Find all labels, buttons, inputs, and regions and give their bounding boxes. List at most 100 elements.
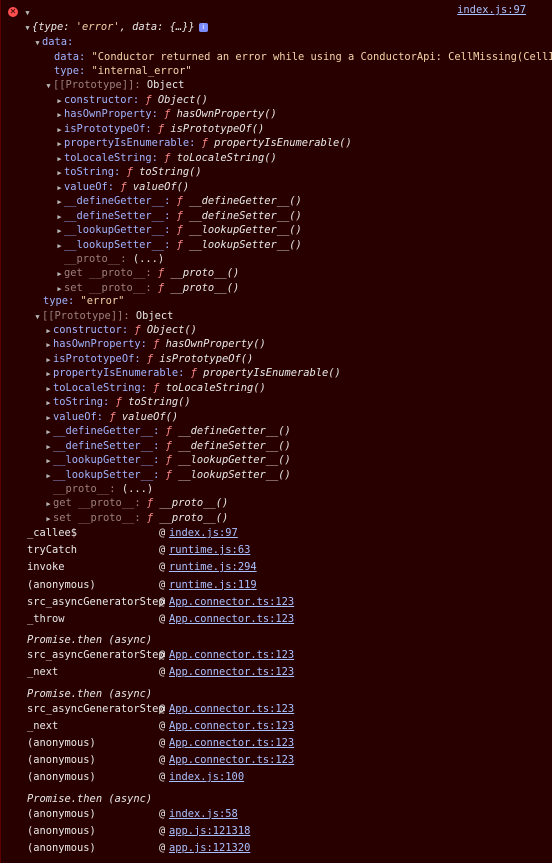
- outer-prototype-node[interactable]: ▼ [[Prototype]]: Object: [33, 309, 552, 323]
- stack-frame[interactable]: (anonymous) @ app.js:121318: [1, 824, 552, 838]
- frame-source-link[interactable]: App.connector.ts:123: [169, 612, 294, 626]
- expand-toggle-icon[interactable]: ▶: [55, 195, 64, 208]
- expand-toggle-icon[interactable]: ▶: [44, 512, 53, 525]
- frame-source-link[interactable]: app.js:121320: [169, 841, 250, 855]
- expand-toggle-icon[interactable]: ▶: [44, 411, 53, 424]
- expand-toggle-icon[interactable]: ▶: [44, 454, 53, 467]
- error-type-property[interactable]: type: "error": [43, 294, 552, 308]
- proto-accessor[interactable]: __proto__: (...): [64, 252, 552, 266]
- frame-source-link[interactable]: App.connector.ts:123: [169, 648, 294, 662]
- prototype-member[interactable]: ▶ __defineSetter__: ƒ __defineSetter__(): [55, 209, 552, 223]
- expand-toggle-icon[interactable]: ▶: [44, 338, 53, 351]
- prototype-member[interactable]: ▶ __lookupGetter__: ƒ __lookupGetter__(): [44, 453, 552, 467]
- proto-value[interactable]: (...): [133, 253, 164, 265]
- stack-frame[interactable]: (anonymous) @ App.connector.ts:123: [1, 736, 552, 750]
- collapse-toggle-icon[interactable]: ▼: [33, 310, 42, 323]
- frame-source-link[interactable]: App.connector.ts:123: [169, 595, 294, 609]
- object-summary[interactable]: ▼ {type: 'error', data: {…}} i: [23, 20, 552, 34]
- collapse-toggle-icon[interactable]: ▼: [44, 79, 53, 92]
- prototype-member[interactable]: ▶ __lookupSetter__: ƒ __lookupSetter__(): [44, 468, 552, 482]
- frame-source-link[interactable]: index.js:100: [169, 770, 244, 784]
- expand-toggle-icon[interactable]: ▶: [44, 469, 53, 482]
- prototype-member[interactable]: ▶ __defineSetter__: ƒ __defineSetter__(): [44, 439, 552, 453]
- source-link[interactable]: index.js:97: [457, 4, 526, 16]
- proto-getter[interactable]: ▶ get __proto__: ƒ __proto__(): [44, 496, 552, 510]
- expand-toggle-icon[interactable]: ▶: [55, 166, 64, 179]
- info-icon[interactable]: i: [198, 22, 208, 32]
- prototype-member[interactable]: ▶ __defineGetter__: ƒ __defineGetter__(): [55, 194, 552, 208]
- stack-frame[interactable]: (anonymous) @ index.js:100: [1, 770, 552, 784]
- expand-toggle-icon[interactable]: ▶: [55, 181, 64, 194]
- prototype-member[interactable]: ▶ hasOwnProperty: ƒ hasOwnProperty(): [55, 107, 552, 121]
- frame-source-link[interactable]: App.connector.ts:123: [169, 665, 294, 679]
- prototype-member[interactable]: ▶ propertyIsEnumerable: ƒ propertyIsEnume…: [55, 136, 552, 150]
- proto-accessor[interactable]: __proto__: (...): [53, 482, 552, 496]
- stack-frame[interactable]: tryCatch @ runtime.js:63: [1, 543, 552, 557]
- expand-toggle-icon[interactable]: ▶: [55, 282, 64, 295]
- expand-toggle-icon[interactable]: ▶: [55, 267, 64, 280]
- proto-getter[interactable]: ▶ get __proto__: ƒ __proto__(): [55, 266, 552, 280]
- expand-toggle-icon[interactable]: ▶: [44, 396, 53, 409]
- prototype-member[interactable]: ▶ __lookupGetter__: ƒ __lookupGetter__(): [55, 223, 552, 237]
- expand-toggle-icon[interactable]: ▶: [44, 353, 53, 366]
- proto-value[interactable]: (...): [122, 483, 153, 495]
- frame-source-link[interactable]: App.connector.ts:123: [169, 753, 294, 767]
- stack-frame[interactable]: _throw @ App.connector.ts:123: [1, 612, 552, 626]
- prototype-member[interactable]: ▶ hasOwnProperty: ƒ hasOwnProperty(): [44, 337, 552, 351]
- expand-toggle-icon[interactable]: ▶: [44, 497, 53, 510]
- stack-frame[interactable]: (anonymous) @ app.js:121320: [1, 841, 552, 855]
- prototype-member[interactable]: ▶ toString: ƒ toString(): [55, 165, 552, 179]
- stack-frame[interactable]: src_asyncGeneratorStep @ App.connector.ts:…: [1, 595, 552, 609]
- stack-frame[interactable]: (anonymous) @ App.connector.ts:123: [1, 753, 552, 767]
- frame-source-link[interactable]: index.js:97: [169, 526, 238, 540]
- expand-toggle-icon[interactable]: ▶: [44, 440, 53, 453]
- collapse-toggle-icon[interactable]: ▼: [23, 21, 32, 34]
- stack-frame[interactable]: src_asyncGeneratorStep @ App.connector.ts:…: [1, 648, 552, 662]
- prototype-member[interactable]: ▶ isPrototypeOf: ƒ isPrototypeOf(): [55, 122, 552, 136]
- frame-source-link[interactable]: App.connector.ts:123: [169, 736, 294, 750]
- expand-toggle-icon[interactable]: ▶: [55, 123, 64, 136]
- expand-toggle-icon[interactable]: ▶: [44, 425, 53, 438]
- stack-frame[interactable]: _next @ App.connector.ts:123: [1, 665, 552, 679]
- prototype-member[interactable]: ▶ propertyIsEnumerable: ƒ propertyIsEnume…: [44, 366, 552, 380]
- prototype-member[interactable]: ▶ __defineGetter__: ƒ __defineGetter__(): [44, 424, 552, 438]
- expand-toggle-icon[interactable]: ▶: [55, 137, 64, 150]
- stack-frame[interactable]: (anonymous) @ runtime.js:119: [1, 578, 552, 592]
- stack-frame[interactable]: _callee$ @ index.js:97: [1, 526, 552, 540]
- prototype-member[interactable]: ▶ __lookupSetter__: ƒ __lookupSetter__(): [55, 238, 552, 252]
- prototype-member[interactable]: ▶ toString: ƒ toString(): [44, 395, 552, 409]
- proto-setter[interactable]: ▶ set __proto__: ƒ __proto__(): [55, 281, 552, 295]
- data-prototype-node[interactable]: ▼ [[Prototype]]: Object: [44, 78, 552, 92]
- expand-toggle-icon[interactable]: ▶: [44, 382, 53, 395]
- prototype-member[interactable]: ▶ constructor: ƒ Object(): [55, 93, 552, 107]
- expand-toggle-icon[interactable]: ▶: [55, 210, 64, 223]
- data-node[interactable]: ▼ data:: [33, 35, 552, 49]
- frame-source-link[interactable]: app.js:121318: [169, 824, 250, 838]
- expand-toggle-icon[interactable]: ▶: [44, 324, 53, 337]
- stack-frame[interactable]: _next @ App.connector.ts:123: [1, 719, 552, 733]
- prototype-member[interactable]: ▶ toLocaleString: ƒ toLocaleString(): [44, 381, 552, 395]
- stack-frame[interactable]: (anonymous) @ index.js:58: [1, 807, 552, 821]
- prototype-member[interactable]: ▶ valueOf: ƒ valueOf(): [55, 180, 552, 194]
- expand-toggle-icon[interactable]: ▶: [55, 152, 64, 165]
- collapse-toggle-icon[interactable]: ▼: [33, 36, 42, 49]
- prototype-member[interactable]: ▶ isPrototypeOf: ƒ isPrototypeOf(): [44, 352, 552, 366]
- expand-toggle-icon[interactable]: ▶: [55, 108, 64, 121]
- prototype-member[interactable]: ▶ constructor: ƒ Object(): [44, 323, 552, 337]
- expand-toggle-icon[interactable]: ▶: [55, 94, 64, 107]
- data-message-property[interactable]: data: "Conductor returned an error while…: [54, 50, 552, 64]
- frame-source-link[interactable]: runtime.js:63: [169, 543, 250, 557]
- frame-source-link[interactable]: runtime.js:294: [169, 560, 257, 574]
- proto-setter[interactable]: ▶ set __proto__: ƒ __proto__(): [44, 511, 552, 525]
- expand-toggle-icon[interactable]: ▶: [55, 224, 64, 237]
- frame-source-link[interactable]: runtime.js:119: [169, 578, 257, 592]
- expand-toggle-icon[interactable]: ▶: [55, 239, 64, 252]
- frame-source-link[interactable]: App.connector.ts:123: [169, 719, 294, 733]
- expand-toggle-icon[interactable]: ▶: [44, 367, 53, 380]
- frame-source-link[interactable]: index.js:58: [169, 807, 238, 821]
- stack-frame[interactable]: src_asyncGeneratorStep @ App.connector.ts:…: [1, 702, 552, 716]
- data-type-property[interactable]: type: "internal_error": [54, 64, 552, 78]
- frame-source-link[interactable]: App.connector.ts:123: [169, 702, 294, 716]
- stack-frame[interactable]: invoke @ runtime.js:294: [1, 560, 552, 574]
- expand-toggle-icon[interactable]: ▼: [23, 6, 32, 19]
